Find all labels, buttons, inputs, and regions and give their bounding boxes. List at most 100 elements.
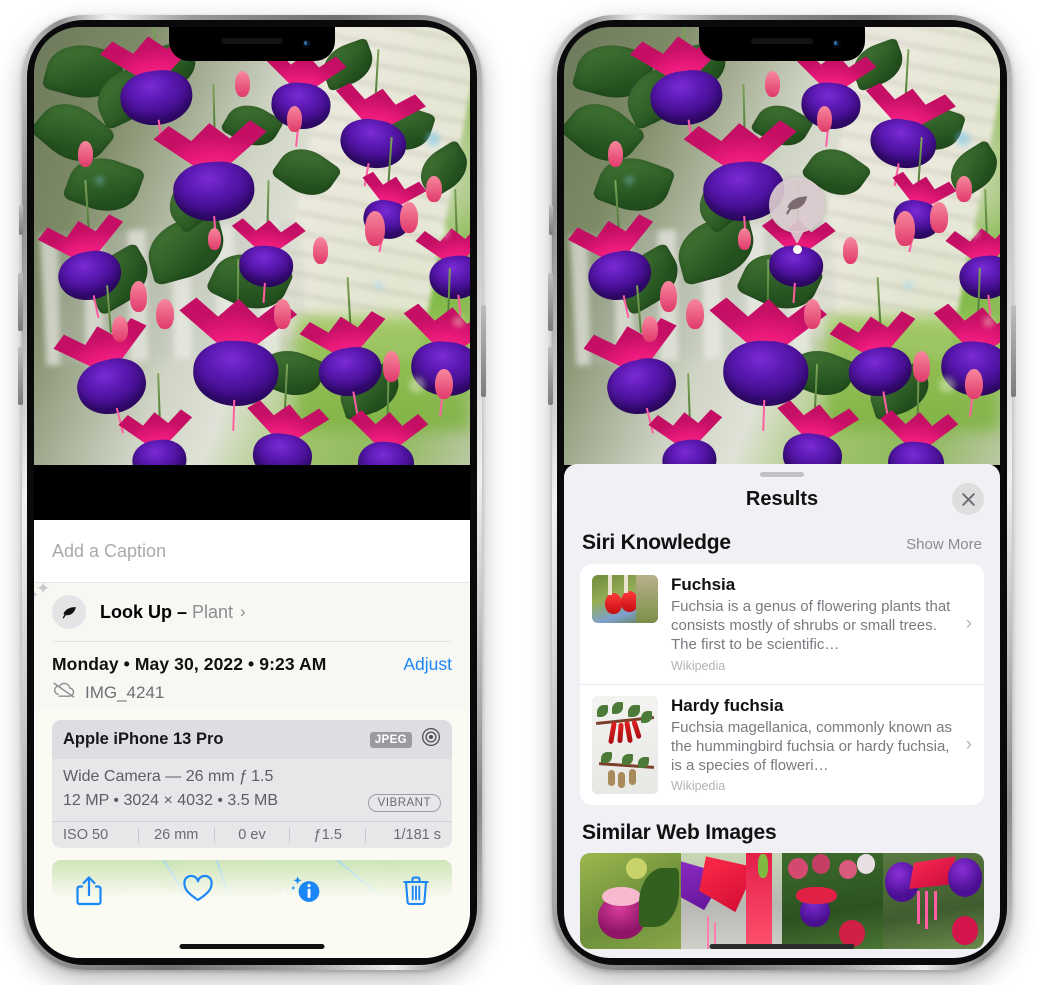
silent-switch[interactable] [549, 205, 553, 235]
chevron-right-icon: › [965, 612, 972, 634]
exif-iso: ISO 50 [63, 827, 109, 843]
siri-knowledge-title: Siri Knowledge [582, 531, 731, 554]
photo-viewer[interactable] [34, 27, 470, 465]
flower-bud [912, 351, 931, 382]
info-button[interactable] [252, 874, 361, 906]
flower-bud [77, 140, 93, 168]
look-up-subject: Plant [192, 601, 234, 622]
format-chip: JPEG [369, 731, 412, 748]
power-button[interactable] [1011, 305, 1016, 397]
silent-switch[interactable] [19, 205, 23, 235]
leaf-icon [52, 595, 86, 629]
left-screen: Add a Caption ✦ ✦ Look Up – Plant › Mond… [34, 27, 470, 958]
fuchsia-flower [228, 217, 307, 303]
flower-bud [234, 70, 250, 98]
look-up-row[interactable]: ✦ ✦ Look Up – Plant › [34, 579, 470, 641]
caption-placeholder: Add a Caption [52, 540, 167, 561]
home-indicator[interactable] [709, 944, 855, 949]
similar-image-4[interactable] [883, 852, 984, 949]
fuchsia-flower [768, 398, 860, 465]
bokeh-highlight [95, 175, 105, 185]
screenshot-canvas: Add a Caption ✦ ✦ Look Up – Plant › Mond… [0, 0, 1055, 985]
similar-image-3[interactable] [782, 852, 883, 949]
flower-bud [382, 351, 401, 382]
close-icon [961, 492, 975, 506]
notch [169, 27, 335, 61]
favorite-button[interactable] [143, 874, 252, 904]
fuchsia-flower [153, 120, 273, 245]
flower-bud [816, 105, 833, 133]
flower-bud [426, 175, 442, 203]
volume-down-button[interactable] [548, 347, 553, 405]
notch [699, 27, 865, 61]
bokeh-highlight [452, 316, 464, 328]
lookup-anchor-dot [792, 245, 802, 254]
knowledge-title: Fuchsia [671, 575, 736, 594]
volume-down-button[interactable] [18, 347, 23, 405]
knowledge-row[interactable]: Hardy fuchsia Fuchsia magellanica, commo… [580, 683, 984, 805]
home-indicator[interactable] [179, 944, 325, 949]
earpiece-speaker [221, 38, 283, 44]
flower-bud [686, 298, 704, 330]
knowledge-source: Wikipedia [671, 779, 726, 794]
fuchsia-flower [648, 409, 729, 465]
flower-bud [956, 175, 972, 203]
fuchsia-flower [324, 81, 428, 187]
flower-bud [156, 298, 174, 330]
similar-web-images-title: Similar Web Images [582, 820, 777, 844]
flower-bud [365, 210, 385, 246]
fuchsia-flower [118, 409, 199, 465]
flower-bud [313, 237, 329, 264]
hardy-fuchsia-thumbnail [592, 695, 658, 794]
exif-ev: 0 ev [238, 827, 266, 843]
knowledge-row[interactable]: Fuchsia Fuchsia is a genus of flowering … [580, 564, 984, 684]
exif-focal: 26 mm [154, 827, 199, 843]
right-screen: Results Siri Knowledge Show More Fuchsia… [564, 27, 1000, 958]
look-up-label: Look Up – Plant [100, 602, 233, 623]
front-camera-icon [832, 39, 841, 48]
sparkle-icon-small: ✦ [34, 590, 39, 601]
similar-web-images-row[interactable] [580, 852, 984, 949]
right-iphone-device: Results Siri Knowledge Show More Fuchsia… [548, 15, 1016, 970]
camera-card-header: Apple iPhone 13 Pro JPEG [52, 720, 452, 759]
close-button[interactable] [952, 483, 984, 515]
flower-bud [273, 298, 292, 330]
lens-line: Wide Camera — 26 mm ƒ 1.5 [63, 768, 274, 785]
fuchsia-flower [238, 398, 330, 465]
fuchsia-flower [854, 81, 958, 187]
similar-image-2[interactable] [681, 852, 782, 949]
volume-up-button[interactable] [18, 273, 23, 331]
power-button[interactable] [481, 305, 486, 397]
flower-bud [803, 298, 822, 330]
aperture-icon [421, 727, 441, 752]
visual-lookup-leaf-badge[interactable] [769, 177, 825, 254]
share-button[interactable] [34, 874, 143, 908]
fuchsia-flower [298, 309, 398, 415]
similar-image-1[interactable] [580, 852, 681, 949]
flower-bud [965, 368, 983, 400]
sheet-title: Results [745, 487, 819, 510]
flower-bud [642, 316, 658, 343]
delete-button[interactable] [361, 874, 470, 906]
flower-bud [764, 70, 780, 98]
exif-shutter: 1/181 s [393, 827, 441, 843]
flower-bud [400, 202, 418, 233]
fuchsia-flower [828, 309, 928, 415]
photo-info-panel: Add a Caption ✦ ✦ Look Up – Plant › Mond… [34, 520, 470, 958]
fuchsia-flower [875, 410, 958, 465]
caption-input[interactable]: Add a Caption [34, 520, 470, 583]
volume-up-button[interactable] [548, 273, 553, 331]
show-more-button[interactable]: Show More [906, 536, 982, 553]
look-up-prefix: Look Up – [100, 601, 193, 622]
front-camera-icon [302, 39, 311, 48]
fuchsia-thumbnail [592, 575, 658, 623]
exif-aperture: ƒ1.5 [313, 827, 342, 843]
results-sheet: Results Siri Knowledge Show More Fuchsia… [564, 464, 1000, 958]
results-header: Results [564, 477, 1000, 521]
chevron-right-icon: › [965, 733, 972, 755]
camera-info-card[interactable]: Apple iPhone 13 Pro JPEG Wide Camera — 2… [52, 720, 452, 848]
siri-knowledge-header: Siri Knowledge Show More [564, 521, 1000, 564]
adjust-date-button[interactable]: Adjust [403, 654, 452, 675]
exif-row: ISO 50 26 mm 0 ev ƒ1.5 1/181 s [52, 821, 452, 848]
flower-bud [286, 105, 303, 133]
